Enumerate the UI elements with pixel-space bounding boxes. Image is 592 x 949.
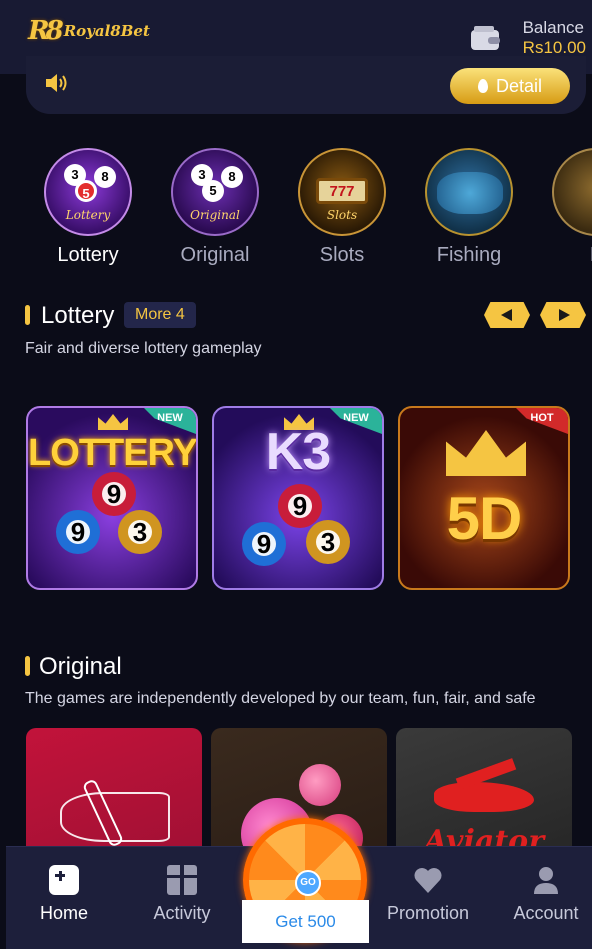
lottery-ball: 9 (56, 510, 100, 554)
notice-bar: Detail (26, 56, 586, 114)
ball-5: 5 (202, 180, 224, 202)
lottery-ball: 3 (306, 520, 350, 564)
game-card-5d[interactable]: HOT 5D (398, 406, 570, 590)
detail-label: Detail (495, 75, 543, 96)
category-fishing[interactable]: Fishing (409, 148, 529, 267)
original-section-description: The games are independently developed by… (25, 690, 536, 707)
lottery-caption: Lottery (65, 208, 111, 222)
section-marker (25, 656, 30, 676)
section-marker (25, 305, 30, 325)
category-icon (552, 148, 592, 236)
nav-promotion[interactable]: Promotion (378, 865, 478, 924)
category-lottery[interactable]: 3 8 5 Lottery Lottery (28, 148, 148, 267)
new-badge: NEW (144, 408, 196, 434)
category-label: F (536, 244, 592, 267)
next-arrow-button[interactable] (540, 302, 586, 328)
game-card-lottery[interactable]: NEW LOTTERY 9 9 3 (26, 406, 198, 590)
category-original[interactable]: 3 8 5 Original Original (155, 148, 275, 267)
brand-mark: R8 (28, 16, 64, 46)
flame-icon (477, 79, 488, 93)
nav-label: Home (39, 903, 88, 923)
original-game-card[interactable]: Aviator (396, 728, 572, 858)
nav-activity[interactable]: Activity (132, 865, 232, 924)
promotion-heart-icon (413, 865, 443, 895)
balance-amount[interactable]: Rs10.00 (523, 38, 586, 58)
slot-machine-icon: 777 Slots (298, 148, 386, 236)
nav-home[interactable]: Home (14, 865, 114, 924)
balance-label: Balance (522, 18, 584, 37)
original-game-card[interactable] (26, 728, 202, 858)
nav-label: Promotion (386, 903, 470, 923)
nav-label: Account (513, 903, 579, 923)
original-section-title: Original (39, 653, 122, 680)
arrow-left-icon (501, 309, 512, 321)
lottery-section-description: Fair and diverse lottery gameplay (25, 340, 262, 357)
card-title: 5D (446, 485, 523, 552)
aviator-plane-icon (434, 782, 534, 812)
slots-caption: Slots (326, 208, 358, 222)
original-balls-icon: 3 8 5 Original (171, 148, 259, 236)
brand-name: Royal8Bet (63, 22, 150, 40)
nav-label: Activity (153, 903, 211, 923)
category-row: 3 8 5 Lottery Lottery 3 8 5 Original Ori… (0, 140, 592, 270)
game-card-k3[interactable]: NEW K3 9 9 3 (212, 406, 384, 590)
brand-logo[interactable]: R8 Royal8Bet (28, 16, 150, 46)
category-partial[interactable]: F (536, 148, 592, 267)
get-500-button[interactable]: Get 500 (242, 900, 369, 943)
fishing-icon (425, 148, 513, 236)
fish-art (437, 172, 503, 214)
lottery-ball: 3 (118, 510, 162, 554)
card-title: LOTTERY (28, 432, 197, 474)
hot-badge: HOT (516, 408, 568, 434)
crown-icon (98, 414, 128, 430)
more-button[interactable]: More 4 (124, 302, 196, 328)
ball-8: 8 (94, 166, 116, 188)
speaker-icon (46, 74, 67, 92)
gamepad-icon (49, 865, 79, 895)
lottery-ball: 9 (92, 472, 136, 516)
gift-icon (167, 865, 197, 895)
category-label: Fishing (436, 244, 502, 266)
lottery-balls-icon: 3 8 5 Lottery (44, 148, 132, 236)
crown-icon (446, 430, 526, 476)
original-caption: Original (190, 208, 240, 222)
category-slots[interactable]: 777 Slots Slots (282, 148, 402, 267)
account-icon (531, 865, 561, 895)
category-label: Lottery (57, 244, 119, 266)
ball-8: 8 (221, 166, 243, 188)
nav-account[interactable]: Account (496, 865, 592, 924)
detail-button[interactable]: Detail (450, 68, 570, 104)
lottery-section-title: Lottery (41, 302, 115, 329)
go-button[interactable]: GO (295, 870, 321, 896)
lottery-ball: 9 (242, 522, 286, 566)
slot-reels: 777 (316, 178, 368, 204)
wallet-icon[interactable] (470, 24, 502, 52)
category-label: Original (180, 244, 250, 266)
lottery-ball: 9 (278, 484, 322, 528)
prev-arrow-button[interactable] (484, 302, 530, 328)
card-title: K3 (265, 423, 331, 481)
arrow-right-icon (559, 309, 570, 321)
candy-icon (299, 764, 341, 806)
category-label: Slots (319, 244, 365, 266)
ball-5: 5 (75, 180, 97, 202)
